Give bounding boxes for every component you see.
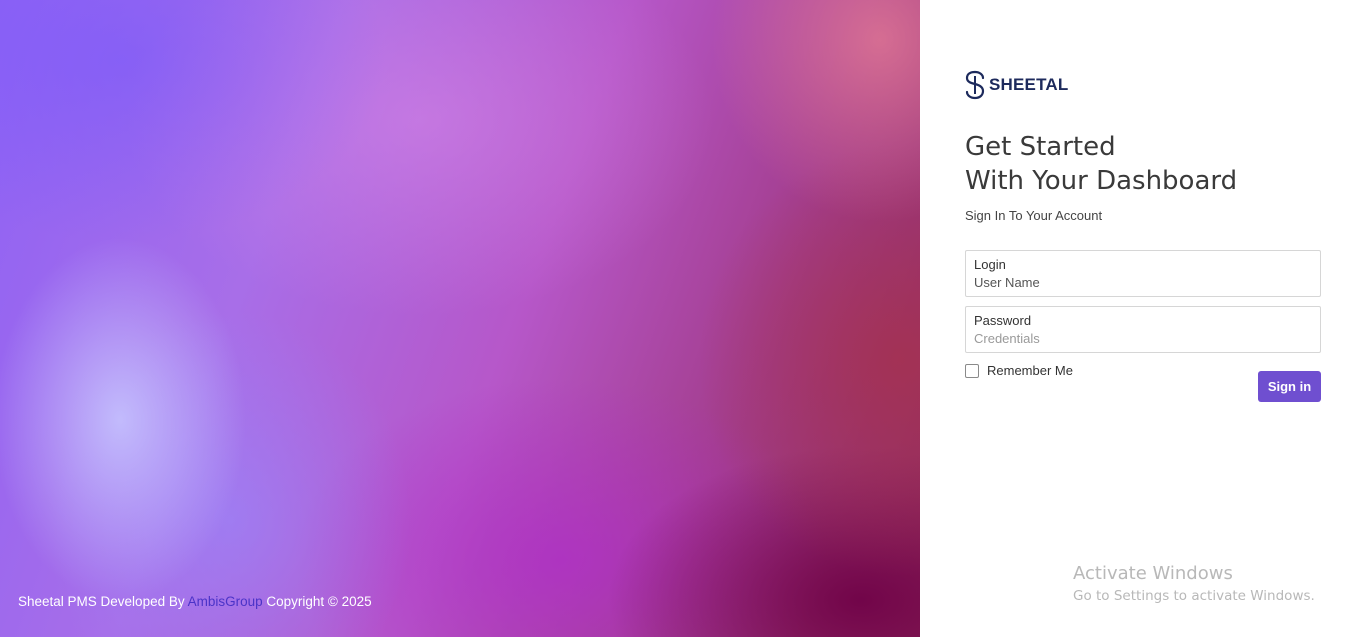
password-label: Password bbox=[974, 313, 1032, 328]
footer-prefix: Sheetal PMS Developed By bbox=[18, 594, 188, 609]
password-input[interactable] bbox=[974, 330, 1304, 347]
login-page: Sheetal PMS Developed By AmbisGroup Copy… bbox=[0, 0, 1366, 637]
sign-in-button[interactable]: Sign in bbox=[1258, 371, 1321, 402]
page-title: Get Started With Your Dashboard bbox=[965, 130, 1237, 198]
username-input[interactable] bbox=[974, 274, 1304, 291]
login-label: Login bbox=[974, 257, 1006, 272]
page-subtitle: Sign In To Your Account bbox=[965, 208, 1103, 223]
signin-panel: SHEETAL Get Started With Your Dashboard … bbox=[920, 0, 1366, 637]
title-line-2: With Your Dashboard bbox=[965, 166, 1238, 196]
ambisgroup-link[interactable]: AmbisGroup bbox=[188, 594, 263, 609]
brand-name: SHEETAL bbox=[989, 75, 1069, 94]
remember-me-control[interactable]: Remember Me bbox=[965, 363, 1073, 378]
sheetal-logo-icon bbox=[965, 70, 985, 100]
brand-logo: SHEETAL bbox=[965, 70, 1068, 100]
remember-me-checkbox[interactable] bbox=[965, 363, 979, 378]
watermark-subtitle: Go to Settings to activate Windows. bbox=[1073, 588, 1315, 604]
title-line-1: Get Started bbox=[965, 132, 1116, 162]
remember-me-label: Remember Me bbox=[987, 363, 1073, 378]
hero-gradient-panel: Sheetal PMS Developed By AmbisGroup Copy… bbox=[0, 0, 920, 637]
login-field[interactable]: Login bbox=[965, 250, 1321, 297]
footer-copyright: Sheetal PMS Developed By AmbisGroup Copy… bbox=[18, 594, 372, 609]
footer-suffix: Copyright © 2025 bbox=[262, 594, 372, 609]
watermark-title: Activate Windows bbox=[1073, 563, 1233, 584]
password-field[interactable]: Password bbox=[965, 306, 1321, 353]
activate-windows-watermark: Activate Windows Go to Settings to activ… bbox=[1073, 562, 1315, 606]
